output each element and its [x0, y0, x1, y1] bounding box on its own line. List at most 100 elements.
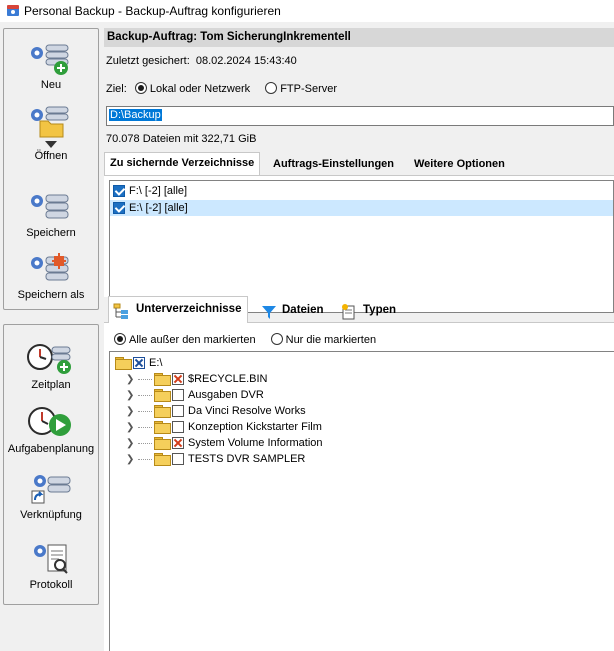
filter-only-marked-option[interactable]: Nur die markierten — [270, 333, 377, 346]
tree-item[interactable]: ❯ Ausgaben DVR — [126, 387, 264, 403]
new-task-icon — [31, 44, 69, 75]
save-as-label: Speichern als — [17, 289, 85, 301]
save-as-button[interactable]: Speichern als — [4, 253, 98, 301]
folder-icon — [115, 357, 132, 370]
schedule-button[interactable]: Zeitplan — [4, 341, 98, 391]
folder-icon — [154, 389, 171, 402]
target-local-label: Lokal oder Netzwerk — [149, 83, 251, 95]
tree-root-label: E:\ — [149, 357, 163, 369]
tree-line — [138, 378, 152, 380]
save-as-task-icon — [31, 253, 69, 281]
filter-all-except-option[interactable]: Alle außer den markierten — [114, 333, 259, 346]
types-label: Typen — [363, 304, 397, 316]
log-icon — [34, 544, 68, 574]
target-label: Ziel: — [106, 83, 127, 95]
checkbox-empty-icon[interactable] — [172, 405, 184, 417]
file-types-icon — [342, 304, 355, 320]
tree-item[interactable]: ❯ TESTS DVR SAMPLER — [126, 451, 305, 467]
checkbox-empty-icon[interactable] — [172, 421, 184, 433]
chevron-right-icon[interactable]: ❯ — [126, 422, 136, 433]
task-scheduler-button[interactable]: Aufgabenplanung — [4, 405, 98, 455]
tree-item[interactable]: ❯ $RECYCLE.BIN — [126, 371, 267, 387]
tree-item-label: Da Vinci Resolve Works — [188, 405, 306, 417]
chevron-down-icon — [45, 141, 57, 148]
schedule-icon — [27, 344, 71, 374]
chevron-right-icon[interactable]: ❯ — [126, 406, 136, 417]
tree-item[interactable]: ❯ Konzeption Kickstarter Film — [126, 419, 322, 435]
subfolders-icon — [113, 303, 128, 319]
tree-item[interactable]: ❯ System Volume Information — [126, 435, 323, 451]
target-path-value: D:\Backup — [109, 109, 162, 121]
directory-label: E:\ [-2] [alle] — [129, 202, 188, 214]
target-local-option[interactable]: Lokal oder Netzwerk — [134, 82, 253, 95]
file-info: 70.078 Dateien mit 322,71 GiB — [106, 133, 257, 145]
job-header: Backup-Auftrag: Tom SicherungInkrementel… — [104, 28, 614, 47]
files-label: Dateien — [282, 304, 324, 316]
new-button[interactable]: Neu — [4, 41, 98, 91]
save-button[interactable]: Speichern — [4, 191, 98, 239]
subfolders-label: Unterverzeichnisse — [136, 303, 242, 315]
folder-icon — [154, 421, 171, 434]
save-task-icon — [31, 194, 69, 219]
checkbox-excluded-icon[interactable] — [172, 373, 184, 385]
checkbox-empty-icon[interactable] — [172, 389, 184, 401]
save-label: Speichern — [26, 227, 76, 239]
chevron-right-icon[interactable]: ❯ — [126, 390, 136, 401]
task-scheduler-icon — [28, 407, 71, 436]
filter-icon — [262, 306, 276, 319]
log-label: Protokoll — [29, 579, 73, 591]
list-item[interactable]: F:\ [-2] [alle] — [110, 183, 613, 199]
schedule-label: Zeitplan — [31, 379, 71, 391]
radio-unselected-icon — [270, 333, 283, 345]
shortcut-icon — [31, 475, 71, 504]
task-toolbar: Neu Öffnen Speichern Speichern als — [3, 28, 99, 310]
directory-list[interactable]: F:\ [-2] [alle] E:\ [-2] [alle] — [109, 180, 614, 313]
open-task-icon — [31, 106, 69, 138]
tree-line — [138, 394, 152, 396]
checkbox-excluded-icon[interactable] — [172, 437, 184, 449]
title-bar: Personal Backup - Backup-Auftrag konfigu… — [0, 0, 614, 22]
tree-root[interactable]: E:\ — [115, 355, 162, 371]
chevron-right-icon[interactable]: ❯ — [126, 438, 136, 449]
filter-all-except-label: Alle außer den markierten — [129, 334, 256, 346]
filter-only-marked-label: Nur die markierten — [285, 334, 377, 346]
main-tabs: Zu sichernde Verzeichnisse Auftrags-Eins… — [104, 152, 614, 175]
log-button[interactable]: Protokoll — [4, 541, 98, 591]
tools-toolbar: Zeitplan Aufgabenplanung Verknüpfung Pro… — [3, 324, 99, 605]
tree-item-label: Ausgaben DVR — [188, 389, 264, 401]
open-label: Öffnen — [34, 150, 68, 162]
tree-item[interactable]: ❯ Da Vinci Resolve Works — [126, 403, 306, 419]
checkbox-excluded-icon[interactable] — [133, 357, 145, 369]
filter-mode-row: Alle außer den markierten Nur die markie… — [114, 333, 376, 346]
radio-unselected-icon — [265, 82, 278, 94]
tab-more-options[interactable]: Weitere Optionen — [409, 154, 510, 175]
tab-directories[interactable]: Zu sichernde Verzeichnisse — [104, 152, 261, 175]
tab-files[interactable]: Dateien — [257, 298, 330, 323]
tree-item-label: TESTS DVR SAMPLER — [188, 453, 306, 465]
target-ftp-label: FTP-Server — [280, 83, 338, 95]
tree-item-label: System Volume Information — [188, 437, 323, 449]
target-ftp-option[interactable]: FTP-Server — [265, 82, 338, 95]
radio-selected-icon — [114, 333, 126, 345]
list-item[interactable]: E:\ [-2] [alle] — [110, 200, 613, 216]
tab-types[interactable]: Typen — [336, 298, 402, 323]
checkbox-empty-icon[interactable] — [172, 453, 184, 465]
chevron-right-icon[interactable]: ❯ — [126, 454, 136, 465]
folder-tree[interactable]: E:\ ❯ $RECYCLE.BIN ❯ Ausgaben DVR ❯ Da V… — [109, 351, 614, 651]
radio-selected-icon — [134, 82, 147, 94]
shortcut-button[interactable]: Verknüpfung — [4, 471, 98, 521]
shortcut-label: Verknüpfung — [20, 509, 82, 521]
task-scheduler-label: Aufgabenplanung — [7, 443, 95, 455]
folder-icon — [154, 453, 171, 466]
open-button[interactable]: Öffnen — [4, 105, 98, 162]
tree-item-label: $RECYCLE.BIN — [188, 373, 268, 385]
tab-subfolders[interactable]: Unterverzeichnisse — [108, 296, 249, 323]
folder-icon — [154, 405, 171, 418]
new-label: Neu — [40, 79, 62, 91]
chevron-right-icon[interactable]: ❯ — [126, 374, 136, 385]
checkbox-checked-icon[interactable] — [113, 202, 125, 214]
tab-job-settings[interactable]: Auftrags-Einstellungen — [268, 154, 399, 175]
tree-line — [138, 442, 152, 444]
checkbox-checked-icon[interactable] — [113, 185, 125, 197]
target-path-input[interactable]: D:\Backup — [106, 106, 614, 126]
